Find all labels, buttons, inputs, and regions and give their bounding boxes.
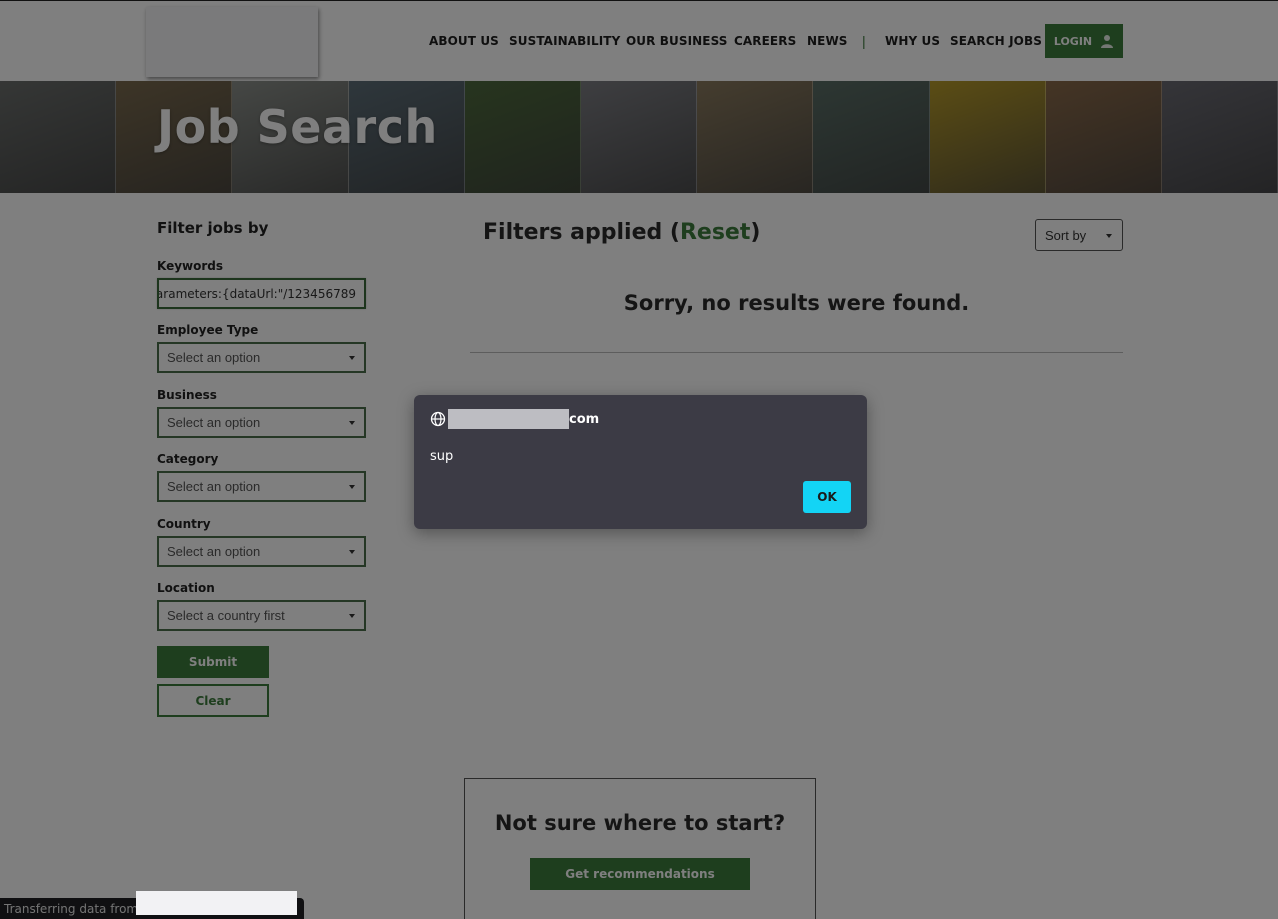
redacted-domain [448, 409, 569, 429]
dialog-origin-suffix: com [569, 411, 600, 427]
dialog-message: sup [430, 449, 454, 464]
redacted-url [136, 891, 297, 915]
alert-dialog: com sup OK [414, 395, 867, 529]
dialog-origin: com [430, 409, 599, 429]
ok-button[interactable]: OK [803, 481, 851, 513]
globe-icon [430, 411, 446, 427]
